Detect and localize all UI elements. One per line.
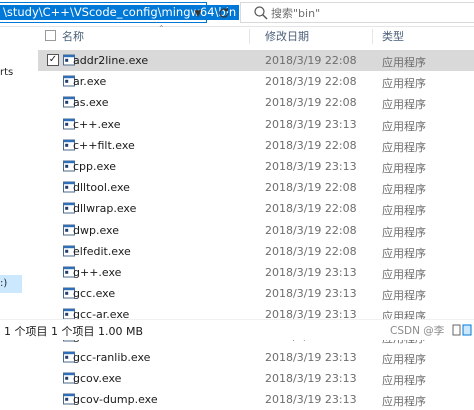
file-type: 应用程序 — [382, 225, 426, 239]
column-header-date[interactable]: 修改日期 — [265, 27, 309, 46]
column-divider[interactable] — [249, 29, 250, 44]
file-type: 应用程序 — [382, 352, 426, 366]
file-name: dllwrap.exe — [73, 202, 137, 216]
chevron-down-icon[interactable]: ▼ — [191, 8, 205, 20]
file-row[interactable]: gcc-ranlib.exe 2018/3/19 23:13 应用程序 — [38, 347, 474, 368]
file-name: as.exe — [73, 96, 109, 110]
column-header-type[interactable]: 类型 — [382, 27, 404, 46]
file-row[interactable]: elfedit.exe 2018/3/19 22:08 应用程序 — [38, 241, 474, 262]
refresh-button[interactable] — [213, 2, 235, 23]
file-name: addr2line.exe — [73, 54, 149, 67]
file-type: 应用程序 — [382, 77, 426, 91]
file-row[interactable]: gcov-dump.exe 2018/3/19 23:13 应用程序 — [38, 389, 474, 410]
search-input[interactable] — [271, 5, 461, 21]
file-name: ar.exe — [73, 75, 107, 89]
file-type: 应用程序 — [382, 140, 426, 154]
file-type: 应用程序 — [382, 204, 426, 218]
file-type: 应用程序 — [382, 246, 426, 260]
file-modified-date: 2018/3/19 23:13 — [265, 160, 357, 173]
file-modified-date: 2018/3/19 23:13 — [265, 350, 357, 364]
address-search-row: \study\C++\VScode_config\mingw64\bin ▼ — [0, 0, 474, 27]
file-modified-date: 2018/3/19 22:08 — [265, 75, 357, 89]
sort-caret-icon: ⌃ — [158, 24, 165, 33]
file-type: 应用程序 — [382, 56, 426, 69]
file-row[interactable]: cpp.exe 2018/3/19 23:13 应用程序 — [38, 156, 474, 177]
select-all-checkbox[interactable] — [45, 30, 56, 41]
file-name: gcc.exe — [73, 287, 116, 301]
file-type: 应用程序 — [382, 98, 426, 112]
file-modified-date: 2018/3/19 22:08 — [265, 54, 357, 67]
nav-item-fragment[interactable]: rts — [0, 67, 13, 78]
file-modified-date: 2018/3/19 22:08 — [265, 202, 357, 216]
file-name: gcov-dump.exe — [73, 393, 158, 407]
file-row[interactable]: c++filt.exe 2018/3/19 22:08 应用程序 — [38, 135, 474, 156]
file-name: gcc-ranlib.exe — [73, 350, 151, 364]
file-name: gcov.exe — [73, 372, 122, 385]
status-bar: 1 个项目 1 个项目 1.00 MB CSDN @李 — [0, 319, 474, 340]
column-divider[interactable] — [372, 29, 373, 44]
file-name: g++.exe — [73, 266, 122, 279]
file-type: 应用程序 — [382, 119, 426, 133]
file-modified-date: 2018/3/19 23:13 — [265, 287, 357, 301]
refresh-icon — [219, 7, 229, 18]
file-type: 应用程序 — [382, 289, 426, 303]
view-toggle-icon[interactable] — [452, 324, 472, 336]
address-bar[interactable]: \study\C++\VScode_config\mingw64\bin ▼ — [0, 2, 240, 23]
file-type: 应用程序 — [382, 183, 426, 197]
watermark-text: CSDN @李 — [390, 325, 445, 337]
file-modified-date: 2018/3/19 23:13 — [265, 117, 357, 131]
file-modified-date: 2018/3/19 22:08 — [265, 96, 357, 110]
file-name: c++.exe — [73, 117, 121, 131]
file-modified-date: 2018/3/19 23:13 — [265, 266, 357, 279]
file-modified-date: 2018/3/19 22:08 — [265, 244, 357, 258]
file-type: 应用程序 — [382, 395, 426, 409]
file-row[interactable]: g++.exe 2018/3/19 23:13 应用程序 — [38, 262, 474, 283]
file-type: 应用程序 — [382, 162, 426, 175]
file-row[interactable]: as.exe 2018/3/19 22:08 应用程序 — [38, 92, 474, 113]
file-row[interactable]: dllwrap.exe 2018/3/19 22:08 应用程序 — [38, 198, 474, 219]
row-checkbox[interactable]: ✓ — [47, 54, 59, 66]
file-row[interactable]: dwp.exe 2018/3/19 22:08 应用程序 — [38, 220, 474, 241]
status-text: 1 个项目 1 个项目 1.00 MB — [4, 325, 144, 338]
file-name: cpp.exe — [73, 160, 117, 173]
file-type: 应用程序 — [382, 268, 426, 281]
file-row[interactable]: gcov.exe 2018/3/19 23:13 应用程序 — [38, 368, 474, 389]
nav-item-selected-fragment[interactable]: :) — [0, 275, 22, 293]
file-row[interactable]: ✓ addr2line.exe 2018/3/19 22:08 应用程序 — [38, 50, 474, 71]
file-row[interactable]: dlltool.exe 2018/3/19 22:08 应用程序 — [38, 177, 474, 198]
file-row[interactable]: ar.exe 2018/3/19 22:08 应用程序 — [38, 71, 474, 92]
file-row[interactable]: gcc.exe 2018/3/19 23:13 应用程序 — [38, 283, 474, 304]
file-modified-date: 2018/3/19 22:08 — [265, 138, 357, 152]
search-icon — [254, 6, 268, 20]
file-modified-date: 2018/3/19 23:13 — [265, 393, 357, 407]
column-header-name[interactable]: 名称 — [62, 27, 84, 46]
search-box[interactable] — [240, 2, 474, 23]
file-name: dlltool.exe — [73, 181, 130, 195]
file-row[interactable]: c++.exe 2018/3/19 23:13 应用程序 — [38, 114, 474, 135]
column-header: ⌃ 名称 修改日期 类型 — [38, 24, 474, 46]
file-modified-date: 2018/3/19 22:08 — [265, 181, 357, 195]
file-modified-date: 2018/3/19 23:13 — [265, 372, 357, 385]
file-name: dwp.exe — [73, 223, 119, 237]
file-type: 应用程序 — [382, 374, 426, 387]
file-name: c++filt.exe — [73, 138, 135, 152]
file-modified-date: 2018/3/19 22:08 — [265, 223, 357, 237]
navigation-pane[interactable]: rts :) — [0, 27, 22, 319]
file-name: elfedit.exe — [73, 244, 131, 258]
